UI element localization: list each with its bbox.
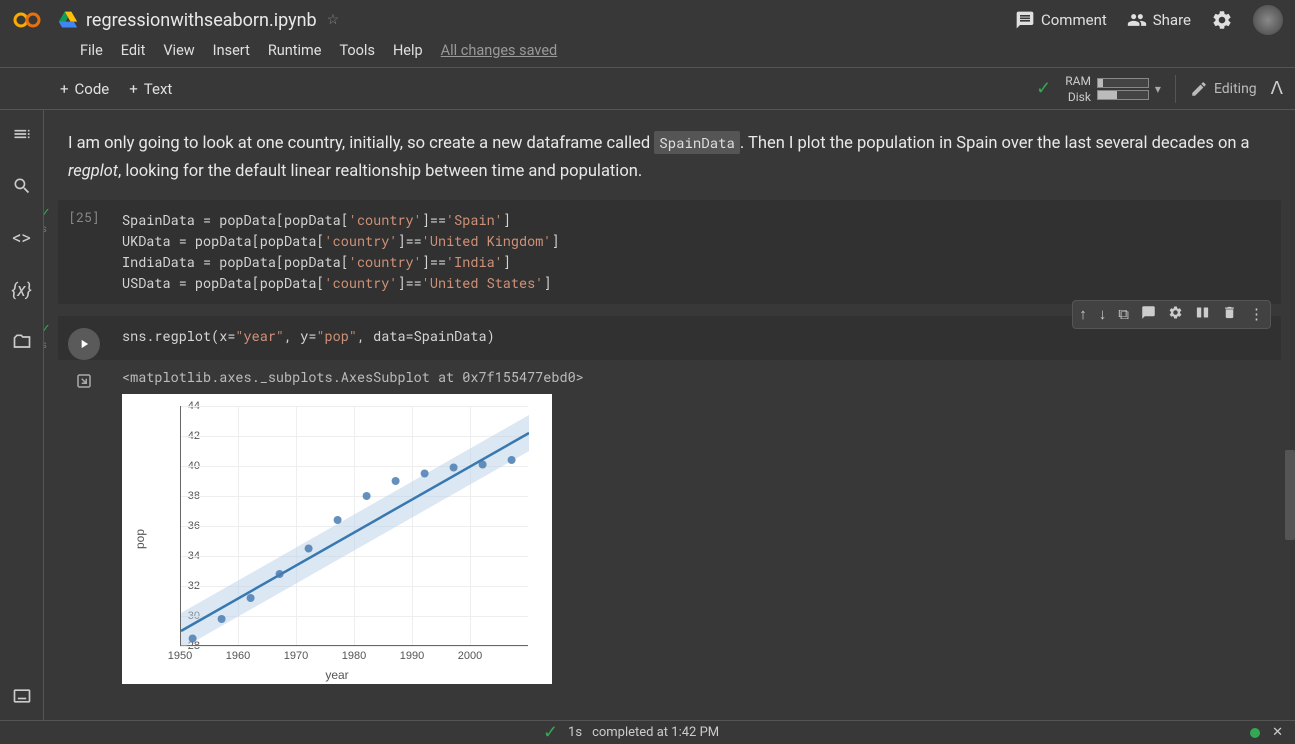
cell-settings-icon[interactable] [1168,305,1183,324]
cell-gutter [58,316,110,360]
text-cell-part: I am only going to look at one country, … [68,134,654,153]
menu-runtime[interactable]: Runtime [268,42,322,59]
move-up-icon[interactable]: ↑ [1079,305,1087,323]
toc-icon[interactable] [8,120,36,148]
header-bar: regressionwithseaborn.ipynb ☆ Comment Sh… [0,0,1295,36]
cell-gutter: [25] [58,200,110,304]
toolbar: + Code + Text ✓ RAM Disk ▾ Editing ᐱ [0,68,1295,110]
menu-file[interactable]: File [80,42,103,59]
code-cell-1[interactable]: ✓ 0s [25] SpainData = popData[popData['c… [58,200,1281,304]
more-icon[interactable]: ⋮ [1249,305,1264,323]
search-icon[interactable] [8,172,36,200]
snippets-icon[interactable]: <> [8,224,36,252]
x-axis-label: year [325,668,348,682]
terminal-icon[interactable] [8,682,36,710]
share-label: Share [1153,11,1191,29]
check-icon: ✓ [1036,78,1051,99]
menu-view[interactable]: View [163,42,194,59]
plus-icon: + [129,80,138,98]
chevron-down-icon[interactable]: ▾ [1155,82,1161,96]
cell-toolbar: ↑ ↓ ⧉ ⋮ [1072,300,1271,329]
collapse-header-button[interactable]: ᐱ [1271,78,1283,99]
text-label: Text [144,80,173,98]
editing-label: Editing [1214,81,1257,97]
play-icon [77,337,91,351]
status-duration: 1s [568,725,582,740]
check-icon: ✓ [44,322,51,337]
cell-output: <matplotlib.axes._subplots.AxesSubplot a… [58,360,1281,690]
text-cell[interactable]: I am only going to look at one country, … [58,130,1281,200]
menu-insert[interactable]: Insert [213,42,250,59]
comment-cell-icon[interactable] [1141,305,1156,324]
menu-tools[interactable]: Tools [339,42,375,59]
ram-bar [1097,78,1149,88]
pencil-icon [1190,80,1208,98]
add-text-button[interactable]: + Text [119,76,182,102]
star-icon[interactable]: ☆ [327,12,340,28]
notebook-main: I am only going to look at one country, … [44,110,1295,720]
check-icon: ✓ [543,722,558,743]
avatar[interactable] [1253,5,1283,35]
inline-code: SpainData [654,131,740,154]
connection-indicator [1250,728,1260,738]
add-code-button[interactable]: + Code [50,76,119,102]
output-collapse-icon[interactable] [75,372,93,684]
menubar: File Edit View Insert Runtime Tools Help… [0,36,1295,68]
plus-icon: + [60,80,69,98]
status-bar: ✓ 1s completed at 1:42 PM ✕ [0,720,1295,744]
comment-button[interactable]: Comment [1015,10,1107,30]
comment-icon [1015,10,1035,30]
menu-help[interactable]: Help [393,42,423,59]
text-cell-part: . Then I plot the population in Spain ov… [740,134,1250,153]
y-axis-label: pop [133,529,147,549]
disk-label: Disk [1068,90,1091,104]
code-label: Code [75,80,110,98]
execution-count: [25] [68,208,99,226]
resource-monitor[interactable]: RAM Disk ▾ [1065,74,1161,104]
drive-icon [58,10,78,30]
output-text: <matplotlib.axes._subplots.AxesSubplot a… [122,368,1281,386]
plot-area [180,406,528,646]
code-editor[interactable]: SpainData = popData[popData['country']==… [110,200,1281,304]
share-icon [1127,10,1147,30]
mirror-cell-icon[interactable] [1195,305,1210,324]
comment-label: Comment [1041,11,1107,29]
cell-time: 0s [44,340,47,351]
divider [1175,75,1176,103]
menu-edit[interactable]: Edit [121,42,146,59]
gear-icon[interactable] [1211,9,1233,31]
link-icon[interactable]: ⧉ [1118,305,1129,323]
chart-output: pop year 283032343638404244 195019601970… [122,394,552,684]
text-cell-emphasis: regplot [68,162,118,181]
check-icon: ✓ [44,206,51,221]
ram-label: RAM [1065,74,1091,88]
move-down-icon[interactable]: ↓ [1099,305,1107,323]
text-cell-part: , looking for the default linear realtio… [118,162,642,181]
colab-logo-icon [12,5,42,35]
run-button[interactable] [68,328,100,360]
delete-cell-icon[interactable] [1222,305,1237,324]
cell-time: 0s [44,224,47,235]
files-icon[interactable] [8,328,36,356]
variables-icon[interactable]: {x} [8,276,36,304]
save-status: All changes saved [441,42,558,59]
disk-bar [1097,90,1149,100]
close-icon[interactable]: ✕ [1272,725,1283,740]
share-button[interactable]: Share [1127,10,1191,30]
status-completed: completed at 1:42 PM [592,725,719,740]
notebook-title[interactable]: regressionwithseaborn.ipynb [86,10,317,31]
scrollbar[interactable] [1285,450,1295,540]
editing-mode[interactable]: Editing [1190,80,1257,98]
left-sidebar: <> {x} [0,110,44,720]
